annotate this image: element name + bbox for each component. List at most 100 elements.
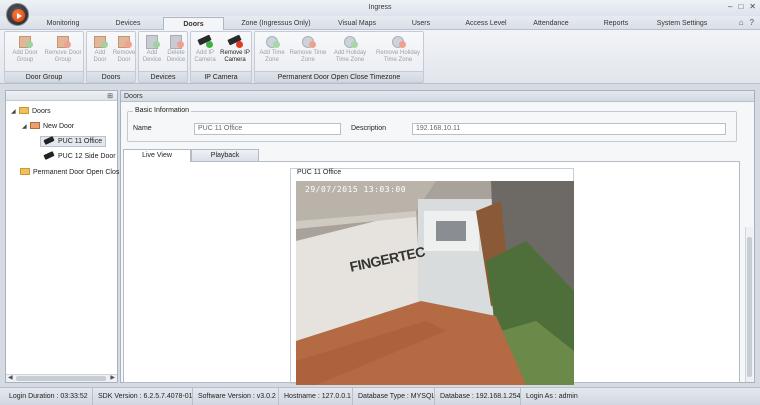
maximize-icon[interactable]: □	[738, 2, 743, 11]
tree-item-puc-11-office[interactable]: PUC 11 Office	[40, 136, 107, 147]
ribbon-group-label: Doors	[87, 71, 135, 82]
add-door-icon	[92, 34, 108, 48]
delete-device-button[interactable]: Delete Device	[164, 34, 188, 64]
ribbon-group-timezone: Add Time Zone Remove Time Zone Add Holid…	[254, 31, 424, 83]
camera-scene	[296, 181, 574, 385]
minimize-icon[interactable]: –	[728, 2, 732, 11]
group-legend: Basic Information	[133, 107, 192, 114]
panel-header: Doors	[121, 91, 754, 102]
expand-arrow-icon[interactable]: ◢	[22, 123, 30, 130]
camera-icon	[43, 151, 55, 160]
camera-frame: PUC 11 Office 29/07/2015 13:03:00 FINGER…	[290, 168, 574, 385]
status-login-as: Login As : admin	[520, 388, 760, 405]
scroll-right-icon[interactable]: ▶	[110, 374, 115, 381]
tree-item-new-door[interactable]: ◢ New Door	[22, 122, 74, 130]
app-menu-button[interactable]	[6, 3, 29, 26]
status-sdk-version: SDK Version : 6.2.5.7.4078-01	[92, 388, 193, 405]
tab-playback[interactable]: Playback	[191, 149, 259, 161]
status-database-type: Database Type : MYSQL	[352, 388, 435, 405]
tab-reports[interactable]: Reports	[598, 17, 634, 30]
camera-timestamp: 29/07/2015 13:03:00	[305, 185, 407, 194]
ribbon-group-doors: Add Door Remove Door Doors	[86, 31, 136, 83]
status-software-version: Software Version : v3.0.2	[192, 388, 278, 405]
expand-arrow-icon[interactable]: ◢	[11, 108, 19, 115]
tree-item-permanent-door[interactable]: Permanent Door Open Clos	[20, 168, 119, 176]
tree-item-doors[interactable]: ◢ Doors	[11, 107, 51, 115]
add-ip-camera-icon	[197, 34, 213, 48]
camera-icon	[43, 136, 55, 145]
tab-attendance[interactable]: Attendance	[528, 17, 574, 30]
play-logo-icon	[12, 9, 25, 22]
remove-door-group-button[interactable]: Remove Door Group	[43, 34, 83, 64]
remove-holiday-time-zone-button[interactable]: Remove Holiday Time Zone	[372, 34, 424, 64]
home-icon[interactable]: ⌂	[739, 18, 744, 27]
tree-panel-header: ⊞	[6, 91, 117, 101]
ribbon-group-label: Door Group	[5, 71, 83, 82]
ribbon-group-door-group: Add Door Group Remove Door Group Door Gr…	[4, 31, 84, 83]
door-tree-panel: ⊞ ◢ Doors ◢ New Door PUC 11 Office PUC 12 …	[5, 90, 119, 383]
ribbon-group-devices: Add Device Delete Device Devices	[138, 31, 188, 83]
remove-door-group-icon	[55, 34, 71, 48]
remove-time-zone-button[interactable]: Remove Time Zone	[288, 34, 328, 64]
tree-item-puc-12-side-door[interactable]: PUC 12 Side Door	[43, 151, 116, 160]
add-time-zone-icon	[264, 34, 280, 48]
main-vertical-scrollbar[interactable]	[745, 227, 753, 382]
help-icons: ⌂ ?	[739, 18, 754, 27]
camera-live-feed[interactable]: 29/07/2015 13:03:00 FINGERTEC	[296, 181, 574, 385]
ribbon-group-label: Devices	[139, 71, 187, 82]
ribbon-group-label: IP Camera	[191, 71, 251, 82]
tab-access-level[interactable]: Access Level	[462, 17, 510, 30]
tab-zone[interactable]: Zone (Ingressus Only)	[236, 17, 316, 30]
name-label: Name	[133, 125, 152, 132]
close-icon[interactable]: ✕	[749, 2, 756, 11]
tab-monitoring[interactable]: Monitoring	[40, 17, 86, 30]
tab-devices[interactable]: Devices	[108, 17, 148, 30]
add-holiday-time-zone-icon	[342, 34, 358, 48]
add-time-zone-button[interactable]: Add Time Zone	[256, 34, 288, 64]
add-door-group-icon	[17, 34, 33, 48]
window-title: Ingress	[368, 4, 392, 11]
scroll-thumb[interactable]	[747, 237, 752, 377]
pin-icon[interactable]: ⊞	[107, 92, 113, 100]
tab-system-settings[interactable]: System Settings	[653, 17, 711, 30]
scroll-thumb[interactable]	[16, 376, 106, 381]
basic-information-group: Basic Information Name PUC 11 Office Des…	[127, 107, 737, 142]
folder-icon	[20, 168, 30, 175]
add-ip-camera-button[interactable]: Add IP Camera	[192, 34, 218, 64]
add-door-button[interactable]: Add Door	[88, 34, 112, 64]
status-hostname: Hostname : 127.0.0.1	[278, 388, 352, 405]
name-field[interactable]: PUC 11 Office	[194, 123, 341, 135]
description-label: Description	[351, 125, 387, 132]
live-view-body: PUC 11 Office 29/07/2015 13:03:00 FINGER…	[123, 161, 740, 385]
help-icon[interactable]: ?	[750, 18, 754, 27]
folder-icon	[19, 107, 29, 114]
add-device-button[interactable]: Add Device	[140, 34, 164, 64]
delete-device-icon	[168, 34, 184, 49]
remove-holiday-time-zone-icon	[390, 34, 406, 48]
description-field[interactable]: 192.168.10.11	[412, 123, 726, 135]
tab-users[interactable]: Users	[405, 17, 437, 30]
add-device-icon	[144, 34, 160, 49]
status-login-duration: Login Duration : 03:33:52	[9, 393, 88, 400]
add-holiday-time-zone-button[interactable]: Add Holiday Time Zone	[328, 34, 372, 64]
tab-visual-maps[interactable]: Visual Maps	[334, 17, 380, 30]
ribbon: Add Door Group Remove Door Group Door Gr…	[0, 30, 760, 84]
remove-ip-camera-button[interactable]: Remove IP Camera	[218, 34, 252, 64]
add-door-group-button[interactable]: Add Door Group	[7, 34, 43, 64]
tab-live-view[interactable]: Live View	[123, 149, 191, 162]
remove-door-button[interactable]: Remove Door	[112, 34, 136, 64]
tree-horizontal-scrollbar[interactable]: ◀ ▶	[6, 374, 117, 382]
menu-bar: Monitoring Devices Doors Zone (Ingressus…	[0, 16, 760, 30]
remove-ip-camera-icon	[227, 34, 243, 48]
door-icon	[30, 122, 40, 129]
status-database: Database : 192.168.1.254	[434, 388, 521, 405]
ribbon-group-ip-camera: Add IP Camera Remove IP Camera IP Camera	[190, 31, 252, 83]
window-controls: – □ ✕	[728, 2, 756, 11]
door-detail-panel: Doors Basic Information Name PUC 11 Offi…	[120, 90, 755, 385]
status-bar: Login Duration : 03:33:52 SDK Version : …	[0, 387, 760, 405]
title-bar: Ingress – □ ✕	[0, 0, 760, 16]
remove-time-zone-icon	[300, 34, 316, 48]
scroll-left-icon[interactable]: ◀	[8, 374, 13, 381]
tab-doors[interactable]: Doors	[163, 17, 224, 30]
remove-door-icon	[116, 34, 132, 48]
